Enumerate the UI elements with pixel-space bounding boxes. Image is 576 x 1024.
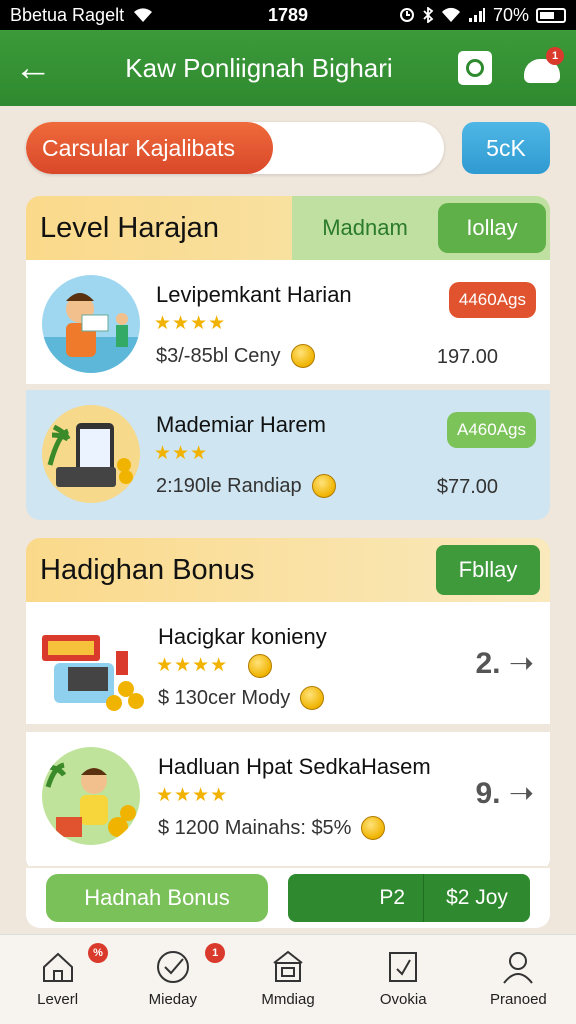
coin-icon [300,686,325,710]
search-button[interactable]: 5cK [462,122,550,174]
camera-icon [466,59,484,77]
item-price: $77.00 [436,476,498,498]
list-item[interactable]: Hadluan Hpat SedkaHasem ★★★★ $ 1200 Main… [26,732,550,872]
search-input[interactable]: Carsular Kajalibats [26,122,273,174]
split-right-label[interactable]: $2 Joy [424,886,530,910]
shop-icon [273,950,303,982]
profile-icon [503,952,534,984]
carrier-label: Bbetua Ragelt [10,4,125,25]
home-icon [42,952,73,982]
search-bar[interactable]: Carsular Kajalibats [26,122,444,174]
alarm-icon [399,8,414,22]
chevron-right-icon: ➝ [508,647,534,680]
notification-badge: 1 [546,47,564,65]
nav-item-mmdiag[interactable]: Mmdiag [230,935,345,1024]
chevron-right-icon: ➝ [508,777,534,810]
nav-item-pranoed[interactable]: Pranoed [461,935,576,1024]
nav-label: Ovokia [379,991,427,1008]
item-title: Hacigkar konieny [158,624,327,649]
nav-label: Mieday [148,991,197,1008]
item-title: Mademiar Harem [156,412,326,437]
coin-icon [311,474,336,498]
rating-stars: ★★★★ [156,785,229,806]
task-icon [389,952,418,982]
item-subtitle: $ 1200 Mainahs: $5% [158,816,386,840]
tab-madnam[interactable]: Madnam [292,215,438,241]
item-illustration [42,275,140,373]
item-count[interactable]: 2. ➝ [475,646,534,681]
notifications-button[interactable]: 1 [522,47,564,85]
list-item[interactable]: Levipemkant Harian ★★★★ $3/-85bl Ceny 44… [26,260,550,390]
bonus-button[interactable]: Hadnah Bonus [46,874,268,922]
follow-button[interactable]: Fbllay [436,545,540,595]
item-title: Hadluan Hpat SedkaHasem [158,754,431,779]
section-title: Hadighan Bonus [40,553,255,586]
status-bar: Bbetua Ragelt 1789 70% [0,0,576,30]
wifi-signal-icon [441,7,460,22]
status-badge: 4460Ags [448,282,536,318]
item-title: Levipemkant Harian [156,282,352,307]
coin-icon [248,654,273,678]
item-illustration [42,405,140,503]
nav-badge: 1 [205,943,226,963]
rating-stars: ★★★★ [156,654,273,678]
list-item[interactable]: Hacigkar konieny ★★★★ $ 130cer Mody 2. ➝ [26,602,550,732]
rating-stars: ★★★ [154,443,209,464]
nav-label: Pranoed [490,991,547,1008]
nav-item-mieday[interactable]: 1 Mieday [115,935,230,1024]
nav-label: Mmdiag [261,991,315,1008]
item-subtitle: $3/-85bl Ceny [156,344,315,368]
wifi-icon [134,8,153,22]
page-title: Kaw Ponliignah Bighari [125,52,393,83]
nav-item-leverl[interactable]: % Leverl [0,935,115,1024]
item-subtitle: 2:190le Randiap [156,474,336,498]
tab-iollay[interactable]: Iollay [438,203,546,253]
item-illustration [38,617,148,715]
rating-stars: ★★★★ [154,313,227,334]
section-header: Hadighan Bonus Fbllay [26,538,550,602]
nav-badge: % [88,943,108,963]
nav-label: Leverl [37,991,79,1008]
item-subtitle: $ 130cer Mody [158,686,325,710]
back-button[interactable]: ← [14,49,60,87]
check-circle-icon [156,951,189,983]
bottom-nav: % Leverl 1 Mieday Mmdiag Ovokia Pranoed [0,934,576,1024]
split-action-button[interactable]: P2 $2 Joy [288,874,530,922]
app-bar: ← Kaw Ponliignah Bighari 1 [0,30,576,106]
level-section: Level Harajan Madnam Iollay Levipemkant … [26,196,550,520]
battery-icon [536,7,566,23]
bonus-section: Hadighan Bonus Fbllay Hacigkar konieny ★… [26,538,550,872]
status-badge: A460Ags [447,412,536,448]
battery-percent: 70% [492,4,529,25]
cell-signal-icon [468,8,485,22]
section-header: Level Harajan Madnam Iollay [26,196,550,260]
item-illustration [42,747,140,845]
split-left-label[interactable]: P2 [288,874,424,922]
nav-item-ovokia[interactable]: Ovokia [346,935,461,1024]
item-count[interactable]: 9. ➝ [475,776,534,811]
section-tabs: Madnam Iollay [292,196,550,260]
coin-icon [361,816,386,840]
item-price: 197.00 [436,346,498,368]
coin-icon [290,344,315,368]
camera-button[interactable] [458,51,492,85]
bluetooth-icon [423,7,434,23]
list-item[interactable]: Mademiar Harem ★★★ 2:190le Randiap A460A… [26,390,550,520]
